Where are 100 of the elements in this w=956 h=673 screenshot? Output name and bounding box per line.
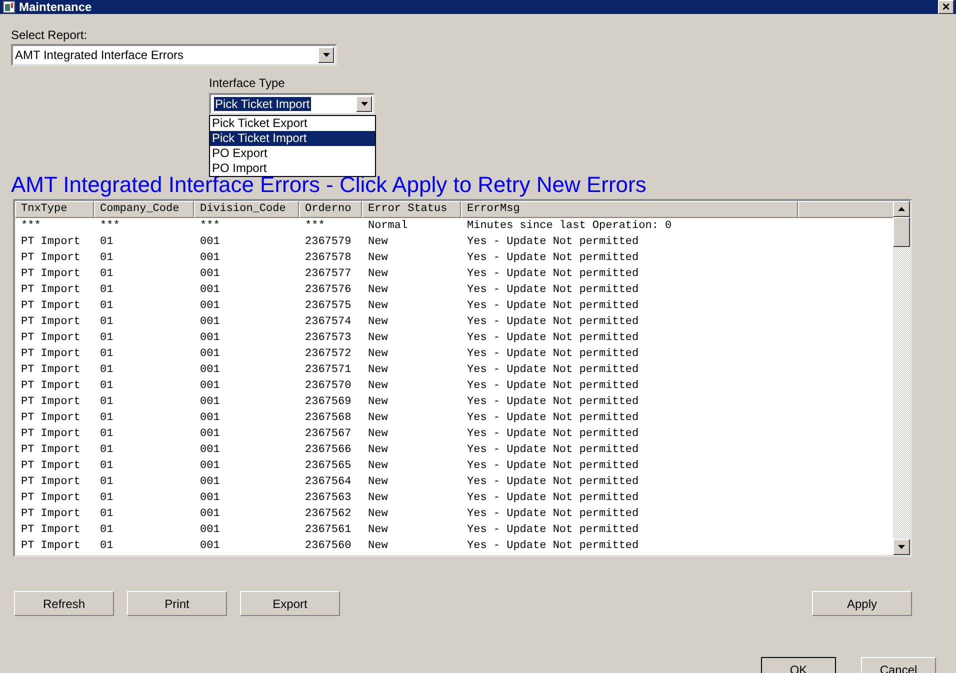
table-cell-text: New	[367, 348, 389, 360]
table-cell-text: 01	[99, 284, 114, 296]
scroll-down-button[interactable]	[893, 539, 910, 555]
dropdown-button[interactable]	[356, 96, 372, 112]
apply-button[interactable]: Apply	[812, 591, 912, 616]
scroll-thumb[interactable]	[893, 217, 910, 247]
action-button[interactable]: Export	[240, 591, 340, 616]
table-cell-text: 2367562	[304, 508, 352, 520]
column-header[interactable]	[798, 201, 893, 218]
table-cell-text: 001	[199, 316, 221, 328]
table-cell-text: Normal	[367, 220, 409, 232]
table-cell-text: 01	[99, 268, 114, 280]
table-cell-text: 01	[99, 460, 114, 472]
table-cell-text: Yes - Update Not permitted	[466, 316, 640, 328]
table-cell-text: Yes - Update Not permitted	[466, 380, 640, 392]
table-cell-text: PT Import	[20, 492, 82, 504]
column-header[interactable]: Error Status	[362, 201, 461, 218]
scroll-up-button[interactable]	[893, 201, 910, 217]
table-cell-text: 001	[199, 508, 221, 520]
table-cell-text: 001	[199, 460, 221, 472]
table-cell-text: 2367563	[304, 492, 352, 504]
table-cell-text: New	[367, 252, 389, 264]
table-cell-text: 2367561	[304, 524, 352, 536]
table-cell-text: PT Import	[20, 428, 82, 440]
table-cell-text: Yes - Update Not permitted	[466, 444, 640, 456]
table-cell-text: 01	[99, 380, 114, 392]
table-cell-text: ***	[20, 220, 42, 232]
table-cell-text: 001	[199, 412, 221, 424]
table-cell-text: 01	[99, 476, 114, 488]
table-cell-text: PT Import	[20, 396, 82, 408]
column-header[interactable]: Division_Code	[194, 201, 299, 218]
table-cell-text: Yes - Update Not permitted	[466, 428, 640, 440]
table-cell-text: PT Import	[20, 460, 82, 472]
interface-type-dropdown[interactable]: Pick Ticket Import	[209, 93, 375, 115]
window-title: Maintenance	[19, 0, 93, 14]
table-cell-text: Yes - Update Not permitted	[466, 348, 640, 360]
table-cell-text: ***	[199, 220, 221, 232]
report-dropdown[interactable]: AMT Integrated Interface Errors	[11, 44, 337, 66]
table-cell-text: 01	[99, 300, 114, 312]
table-cell-text: PT Import	[20, 444, 82, 456]
column-header[interactable]: Orderno	[299, 201, 362, 218]
table-cell-text: New	[367, 540, 389, 552]
table-cell-text: 001	[199, 300, 221, 312]
table-cell-text: 2367567	[304, 428, 352, 440]
table-cell-text: 2367568	[304, 412, 352, 424]
table-cell-text: PT Import	[20, 284, 82, 296]
table-cell-text: 2367560	[304, 540, 352, 552]
table-cell-text: 001	[199, 444, 221, 456]
table-cell-text: Yes - Update Not permitted	[466, 332, 640, 344]
action-button[interactable]: Refresh	[14, 591, 114, 616]
table-cell-text: New	[367, 284, 389, 296]
table-cell-text: PT Import	[20, 332, 82, 344]
window-icon	[3, 1, 15, 13]
table-cell-text: New	[367, 268, 389, 280]
table-cell-text: PT Import	[20, 524, 82, 536]
table-cell-text: New	[367, 508, 389, 520]
down-arrow-icon	[322, 53, 330, 57]
table-cell-text: 01	[99, 332, 114, 344]
table-cell-text: New	[367, 396, 389, 408]
table-cell-text: PT Import	[20, 236, 82, 248]
column-header[interactable]: Company_Code	[94, 201, 194, 218]
table-cell-text: PT Import	[20, 348, 82, 360]
column-header[interactable]: TnxType	[15, 201, 94, 218]
dropdown-button[interactable]	[318, 47, 334, 63]
table-cell-text: 01	[99, 396, 114, 408]
table-cell-text: 2367573	[304, 332, 352, 344]
table-cell-text: New	[367, 380, 389, 392]
vertical-scrollbar[interactable]	[893, 201, 910, 555]
table-cell-text: New	[367, 428, 389, 440]
table-cell-text: PT Import	[20, 412, 82, 424]
table-cell-text: Yes - Update Not permitted	[466, 460, 640, 472]
table-cell-text: PT Import	[20, 300, 82, 312]
table-cell-text: 2367570	[304, 380, 352, 392]
down-arrow-icon	[360, 102, 368, 106]
report-heading: AMT Integrated Interface Errors - Click Apply to Retry New Errors	[11, 173, 646, 197]
table-cell-text: 001	[199, 476, 221, 488]
table-cell-text: ***	[99, 220, 121, 232]
table-cell-text: 2367574	[304, 316, 352, 328]
table-cell-text: New	[367, 492, 389, 504]
table-cell-text: 001	[199, 428, 221, 440]
table-cell-text: New	[367, 236, 389, 248]
table-cell-text: 001	[199, 332, 221, 344]
table-cell-text: 2367572	[304, 348, 352, 360]
table-cell-text: PT Import	[20, 508, 82, 520]
table-cell-text: 001	[199, 524, 221, 536]
table-cell-text: 01	[99, 492, 114, 504]
action-button[interactable]: Print	[127, 591, 227, 616]
table-cell-text: 2367569	[304, 396, 352, 408]
table-cell-text: New	[367, 316, 389, 328]
table-cell-text: 01	[99, 428, 114, 440]
interface-type-label: Interface Type	[209, 76, 286, 90]
table-cell-text: PT Import	[20, 252, 82, 264]
table-cell-text: New	[367, 444, 389, 456]
dropdown-option[interactable]: Pick Ticket Import	[210, 131, 375, 146]
table-cell-text: 01	[99, 444, 114, 456]
column-header[interactable]: ErrorMsg	[461, 201, 798, 218]
table-cell-text: 2367577	[304, 268, 352, 280]
close-button[interactable]: ×	[938, 0, 954, 14]
table-cell-text: Yes - Update Not permitted	[466, 364, 640, 376]
table-cell-text: Yes - Update Not permitted	[466, 236, 640, 248]
